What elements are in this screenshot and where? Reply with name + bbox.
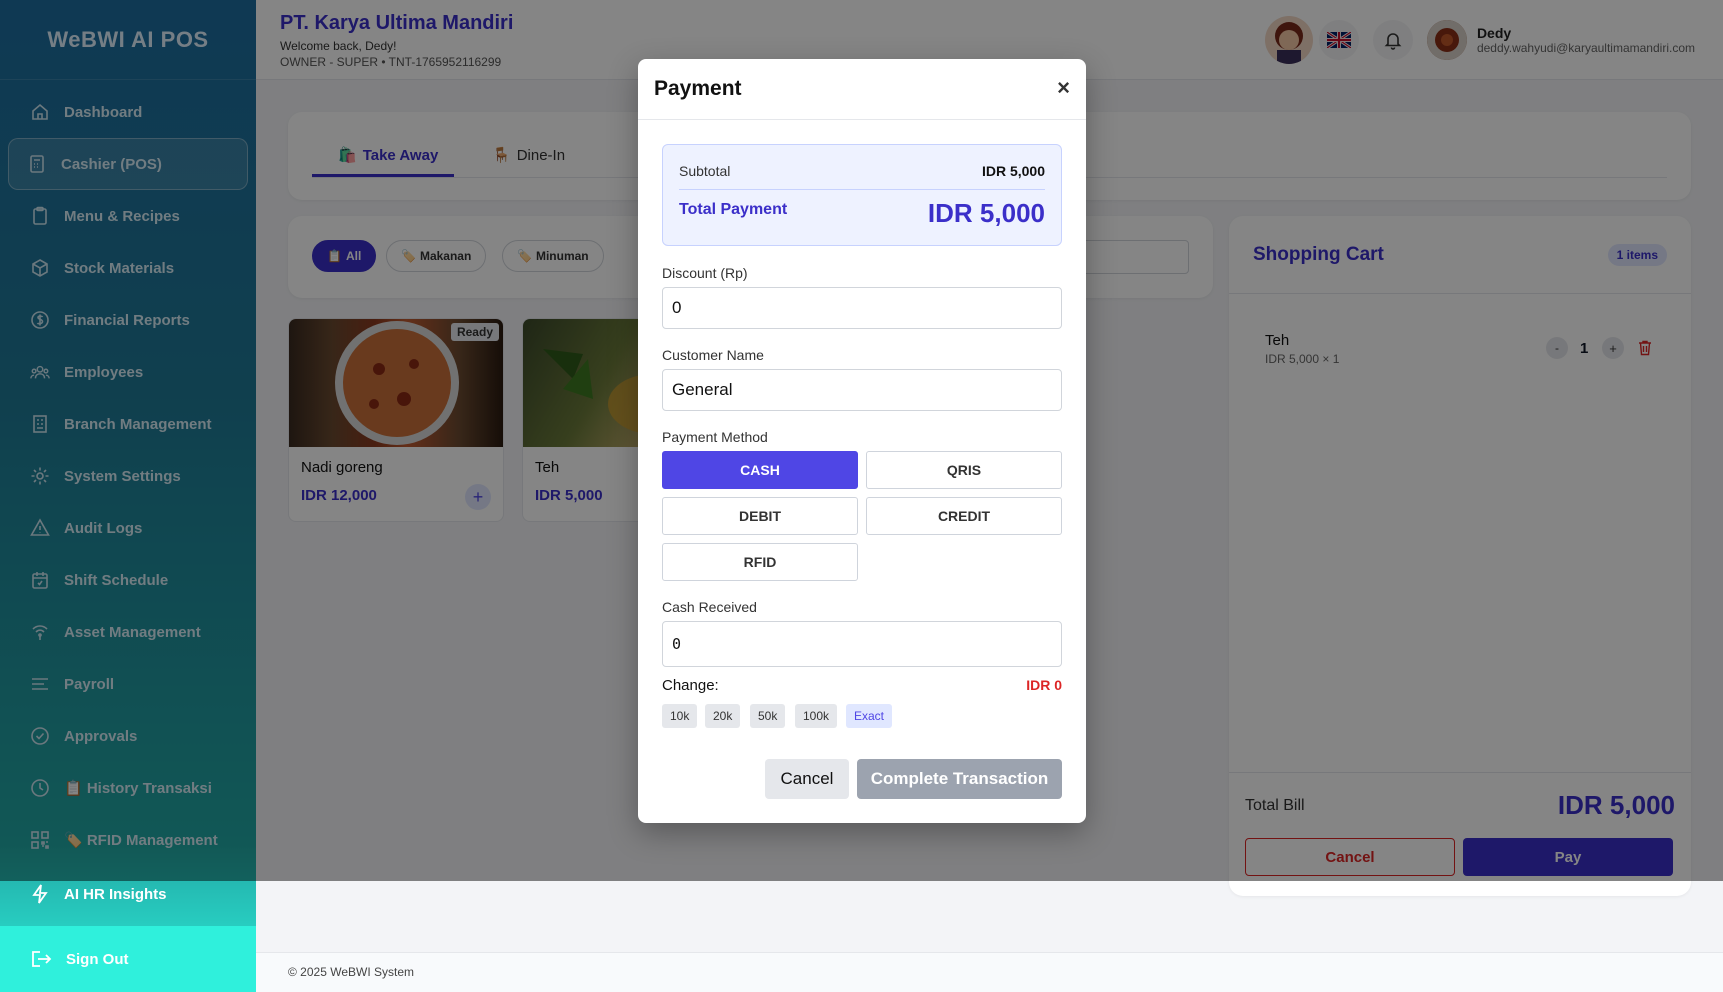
summary-divider [679, 189, 1045, 190]
cancel-button[interactable]: Cancel [765, 759, 849, 799]
close-icon[interactable]: × [1057, 75, 1070, 101]
quick-cash-50k[interactable]: 50k [750, 704, 786, 728]
sidebar-item-label: AI HR Insights [64, 885, 167, 903]
change-label: Change: [662, 677, 719, 694]
quick-cash-10k[interactable]: 10k [662, 704, 698, 728]
payment-summary: Subtotal IDR 5,000 Total Payment IDR 5,0… [662, 144, 1062, 246]
customer-name-input[interactable]: General [662, 369, 1062, 411]
page-footer: © 2025 WeBWI System [256, 952, 1723, 992]
modal-title: Payment [654, 77, 742, 100]
complete-transaction-button[interactable]: Complete Transaction [857, 759, 1062, 799]
subtotal-value: IDR 5,000 [981, 163, 1045, 179]
app-root: WeBWI AI POS Dashboard Cashier (POS) Men… [0, 0, 1723, 992]
discount-input[interactable]: 0 [662, 287, 1062, 329]
modal-divider [638, 119, 1086, 120]
total-payment-label: Total Payment [679, 201, 788, 218]
quick-cash-100k[interactable]: 100k [795, 704, 838, 728]
quick-cash-20k[interactable]: 20k [705, 704, 741, 728]
payment-method-cash[interactable]: CASH [662, 451, 858, 489]
total-payment-value: IDR 5,000 [927, 198, 1045, 228]
logout-icon [30, 949, 52, 969]
payment-modal: Payment × Subtotal IDR 5,000 Total Payme… [638, 59, 1086, 823]
cash-received-input[interactable]: 0 [662, 621, 1062, 667]
quick-cash-exact[interactable]: Exact [846, 704, 893, 728]
payment-method-label: Payment Method [662, 429, 768, 445]
payment-method-debit[interactable]: DEBIT [662, 497, 858, 535]
lightning-icon [30, 884, 50, 904]
sign-out-button[interactable]: Sign Out [0, 926, 256, 992]
customer-name-label: Customer Name [662, 347, 764, 363]
sign-out-label: Sign Out [66, 950, 129, 968]
payment-method-rfid[interactable]: RFID [662, 543, 858, 581]
payment-method-credit[interactable]: CREDIT [866, 497, 1062, 535]
change-value: IDR 0 [1026, 677, 1062, 693]
cash-received-label: Cash Received [662, 599, 757, 615]
payment-method-qris[interactable]: QRIS [866, 451, 1062, 489]
discount-label: Discount (Rp) [662, 265, 748, 281]
subtotal-label: Subtotal [679, 163, 731, 179]
